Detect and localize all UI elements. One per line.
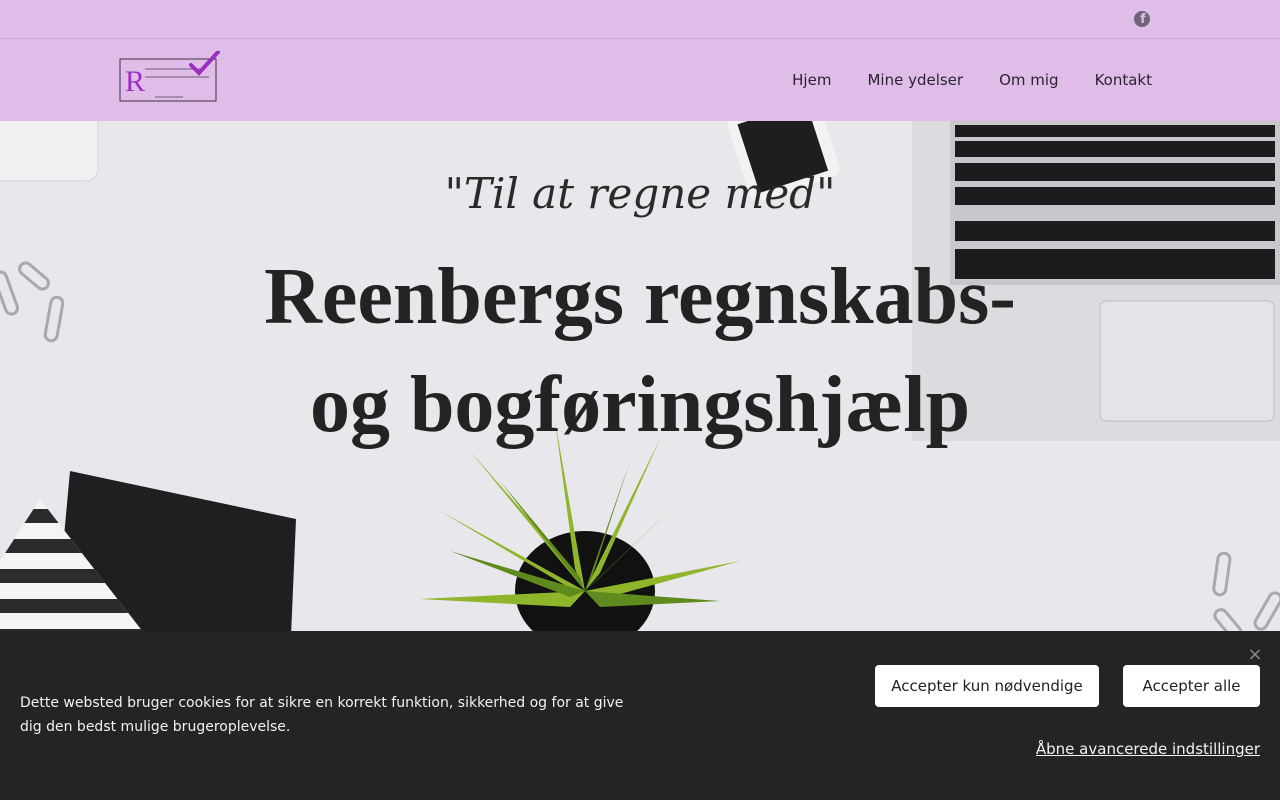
headline-line-2: og bogføringshjælp [309,361,971,449]
top-bar: f [0,0,1280,39]
advanced-settings-link[interactable]: Åbne avancerede indstillinger [1036,740,1260,758]
cookie-banner: × Dette websted bruger cookies for at si… [0,631,1280,800]
site-header: R Hjem Mine ydelser Om mig Kontakt [0,39,1280,121]
hero-headline: Reenbergs regnskabs- og bogføringshjælp [0,243,1280,459]
nav-item-om-mig[interactable]: Om mig [999,71,1059,89]
headline-line-1: Reenbergs regnskabs- [264,253,1016,341]
nav-item-kontakt[interactable]: Kontakt [1095,71,1152,89]
accept-all-button[interactable]: Accepter alle [1123,665,1260,707]
logo-image: R [119,50,220,102]
close-icon[interactable]: × [1247,646,1263,664]
cookie-message: Dette websted bruger cookies for at sikr… [20,695,624,735]
accept-necessary-button[interactable]: Accepter kun nødvendige [875,665,1099,707]
main-nav: Hjem Mine ydelser Om mig Kontakt [792,39,1152,121]
nav-item-mine-ydelser[interactable]: Mine ydelser [867,71,963,89]
svg-text:R: R [125,65,145,98]
hero-tagline: "Til at regne med" [444,169,836,218]
nav-item-hjem[interactable]: Hjem [792,71,831,89]
facebook-icon[interactable]: f [1134,11,1150,27]
site-logo[interactable]: R [119,50,221,103]
